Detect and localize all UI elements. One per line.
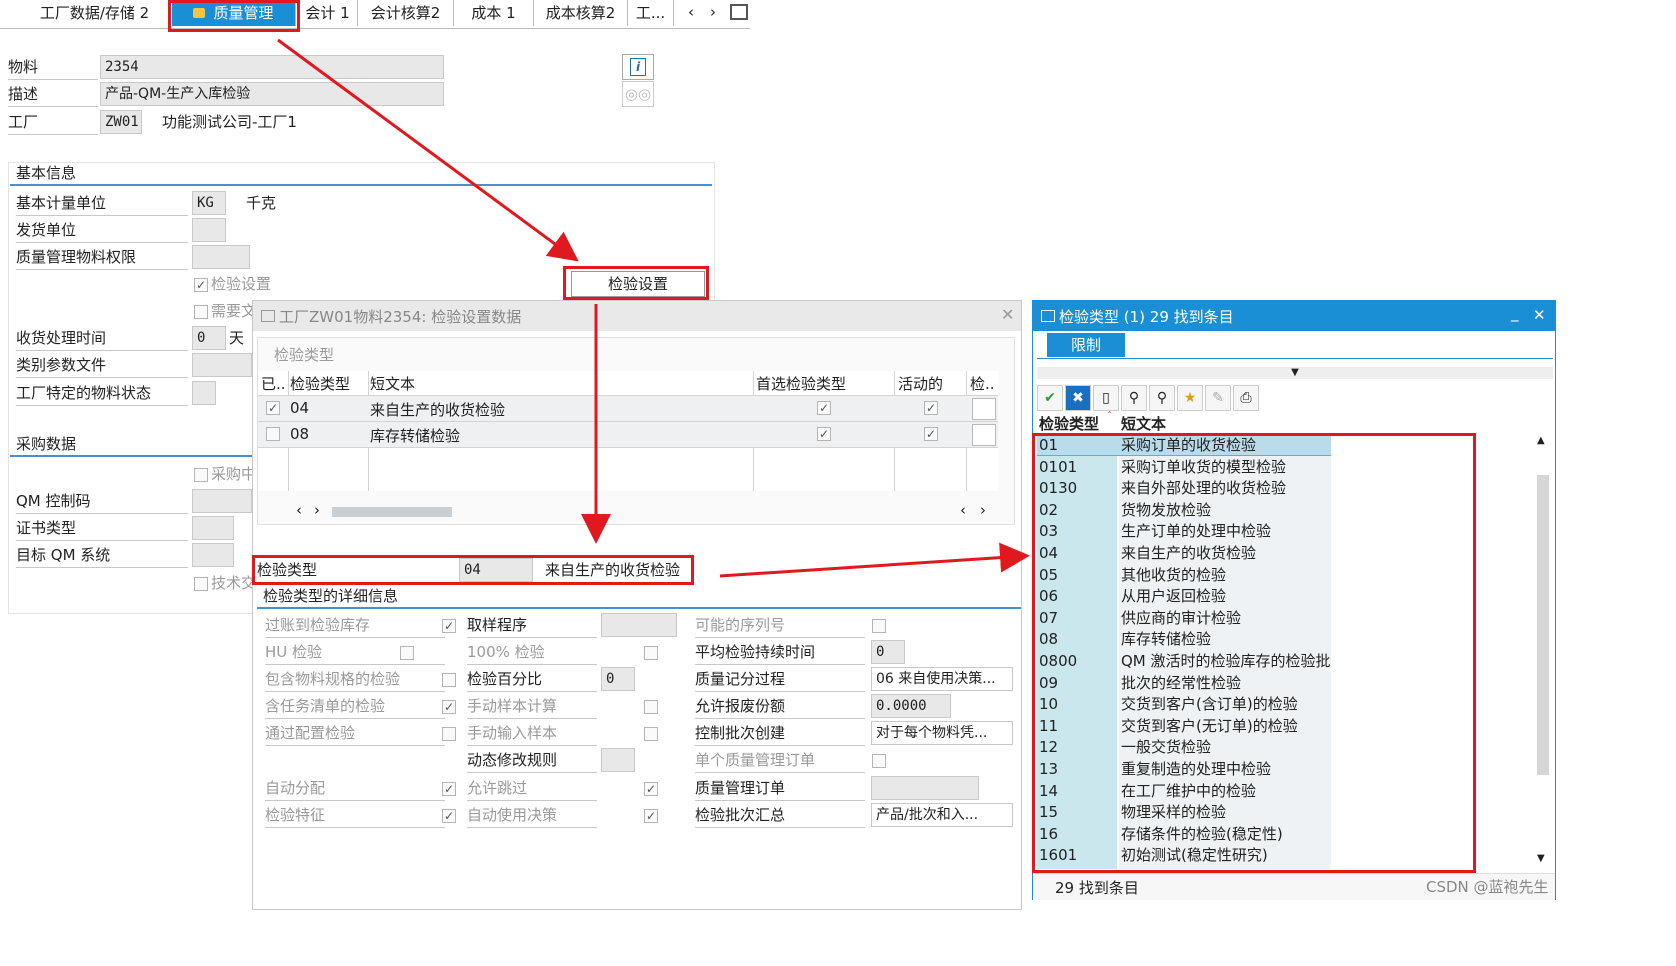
- annotation-arrows: [277, 38, 1030, 578]
- watermark: CSDN @蓝袍先生: [1426, 878, 1549, 896]
- arrow-detail-to-list: [719, 542, 1030, 578]
- arrow-tab-to-button: [277, 38, 579, 262]
